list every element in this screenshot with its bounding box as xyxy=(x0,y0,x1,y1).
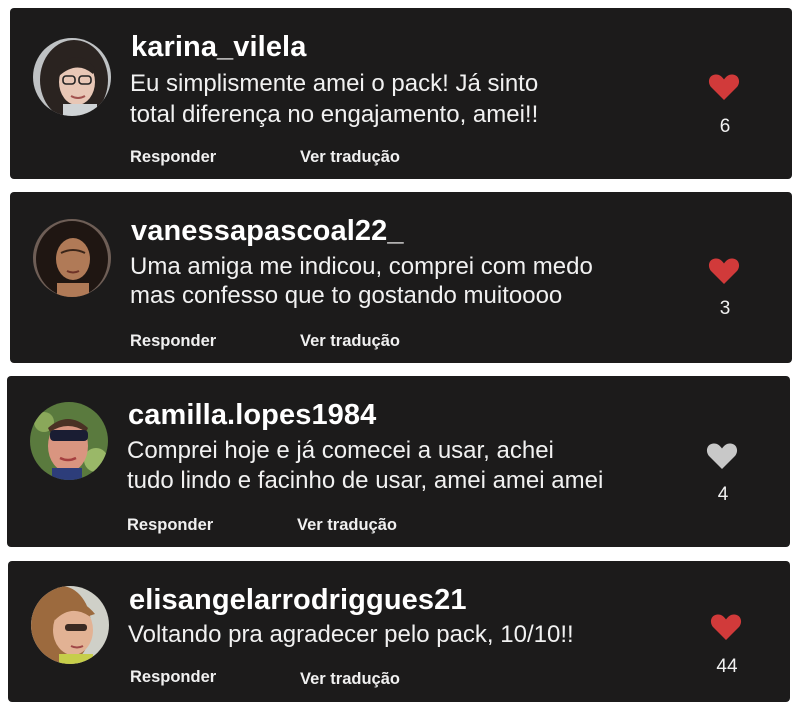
translate-button[interactable]: Ver tradução xyxy=(300,670,400,689)
avatar[interactable] xyxy=(33,219,111,297)
username[interactable]: karina_vilela xyxy=(131,31,306,64)
reply-button[interactable]: Responder xyxy=(130,332,216,351)
avatar[interactable] xyxy=(30,402,108,480)
reply-button[interactable]: Responder xyxy=(127,516,213,535)
comment-text-line: Eu simplismente amei o pack! Já sinto xyxy=(130,70,539,97)
translate-button[interactable]: Ver tradução xyxy=(300,332,400,351)
like-count: 44 xyxy=(716,656,738,677)
reply-button[interactable]: Responder xyxy=(130,668,216,687)
heart-icon[interactable] xyxy=(708,257,740,285)
comment-text-line: Voltando pra agradecer pelo pack, 10/10!… xyxy=(128,621,574,648)
username[interactable]: elisangelarrodriggues21 xyxy=(129,584,467,617)
comment-card: karina_vilela Eu simplismente amei o pac… xyxy=(10,8,792,179)
heart-icon[interactable] xyxy=(708,73,740,101)
comment-card: elisangelarrodriggues21 Voltando pra agr… xyxy=(8,561,790,702)
like-count: 6 xyxy=(719,116,731,137)
heart-icon[interactable] xyxy=(710,613,742,641)
translate-button[interactable]: Ver tradução xyxy=(300,148,400,167)
like-count: 3 xyxy=(719,298,731,319)
comment-card: vanessapascoal22_ Uma amiga me indicou, … xyxy=(10,192,792,363)
username[interactable]: vanessapascoal22_ xyxy=(131,215,404,248)
comment-text-line: Comprei hoje e já comecei a usar, achei xyxy=(127,437,554,464)
comment-text-line: total diferença no engajamento, amei!! xyxy=(130,101,539,128)
avatar[interactable] xyxy=(33,38,111,116)
username[interactable]: camilla.lopes1984 xyxy=(128,399,376,432)
comment-text-line: mas confesso que to gostando muitoooo xyxy=(130,282,563,309)
translate-button[interactable]: Ver tradução xyxy=(297,516,397,535)
comment-text-line: tudo lindo e facinho de usar, amei amei … xyxy=(127,467,604,494)
avatar[interactable] xyxy=(31,586,109,664)
heart-icon[interactable] xyxy=(706,442,738,470)
comment-text-line: Uma amiga me indicou, comprei com medo xyxy=(130,253,593,280)
like-count: 4 xyxy=(717,484,729,505)
reply-button[interactable]: Responder xyxy=(130,148,216,167)
comment-card: camilla.lopes1984 Comprei hoje e já come… xyxy=(7,376,790,547)
